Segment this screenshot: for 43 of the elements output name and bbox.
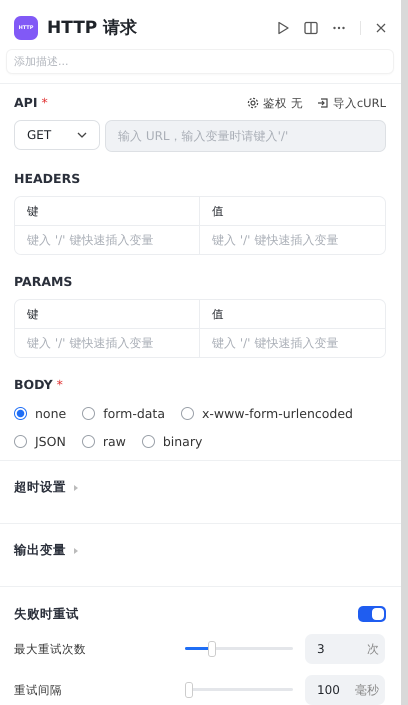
radio-option[interactable]: JSON (14, 432, 66, 452)
slider[interactable] (185, 641, 293, 658)
required-mark: * (56, 377, 63, 392)
number-field[interactable]: 3 次 (305, 634, 385, 664)
retry-label: 失败时重试 (14, 606, 80, 623)
section-label: PARAMS (14, 273, 74, 292)
table-input-field[interactable]: 键入 '/' 键快速插入变量 (200, 329, 385, 358)
section-label: HEADERS (14, 170, 82, 188)
radio-option[interactable]: form-data (82, 404, 165, 424)
collapsible-header[interactable]: 输出变量 (0, 524, 93, 578)
slider-thumb[interactable] (208, 641, 216, 658)
import-icon[interactable] (316, 97, 329, 110)
method-select[interactable]: GET (14, 120, 100, 150)
import-curl-button[interactable]: 导入cURL (316, 96, 386, 111)
retry-toggle[interactable] (358, 606, 386, 622)
column-header: 键 (15, 300, 200, 330)
slider-thumb[interactable] (185, 682, 193, 698)
column-header: 键 (15, 197, 200, 226)
collapsible-header[interactable]: 超时设置 (0, 461, 93, 514)
radio-option[interactable]: binary (142, 432, 202, 452)
chevron-down-icon[interactable] (77, 132, 87, 138)
close-icon[interactable] (375, 22, 387, 34)
api-label: API (14, 95, 38, 110)
auth-button[interactable]: 鉴权 无 (247, 96, 303, 111)
number-field[interactable]: 100 毫秒 (305, 675, 385, 705)
table-input-field[interactable]: 键入 '/' 键快速插入变量 (200, 226, 385, 254)
node-title: HTTP 请求 (47, 17, 138, 39)
radio-option[interactable]: raw (82, 432, 126, 452)
required-mark: * (42, 95, 48, 110)
table-input-field[interactable]: 键入 '/' 键快速插入变量 (15, 226, 200, 254)
gear-icon[interactable] (247, 97, 260, 110)
setting-label: 重试间隔 (14, 682, 63, 698)
column-header: 值 (200, 197, 385, 226)
radio-option[interactable]: none (14, 404, 66, 424)
play-icon[interactable] (276, 20, 290, 34)
url-field[interactable]: 输入 URL，输入变量时请键入'/' (105, 120, 386, 152)
table-input-field[interactable]: 键入 '/' 键快速插入变量 (15, 329, 200, 358)
setting-label: 最大重试次数 (14, 642, 87, 657)
radio-option[interactable]: x-www-form-urlencoded (181, 404, 353, 424)
description-field[interactable]: 添加描述... (6, 49, 394, 74)
slider[interactable] (185, 682, 293, 698)
column-header: 值 (200, 300, 385, 330)
body-label: BODY (14, 377, 53, 392)
